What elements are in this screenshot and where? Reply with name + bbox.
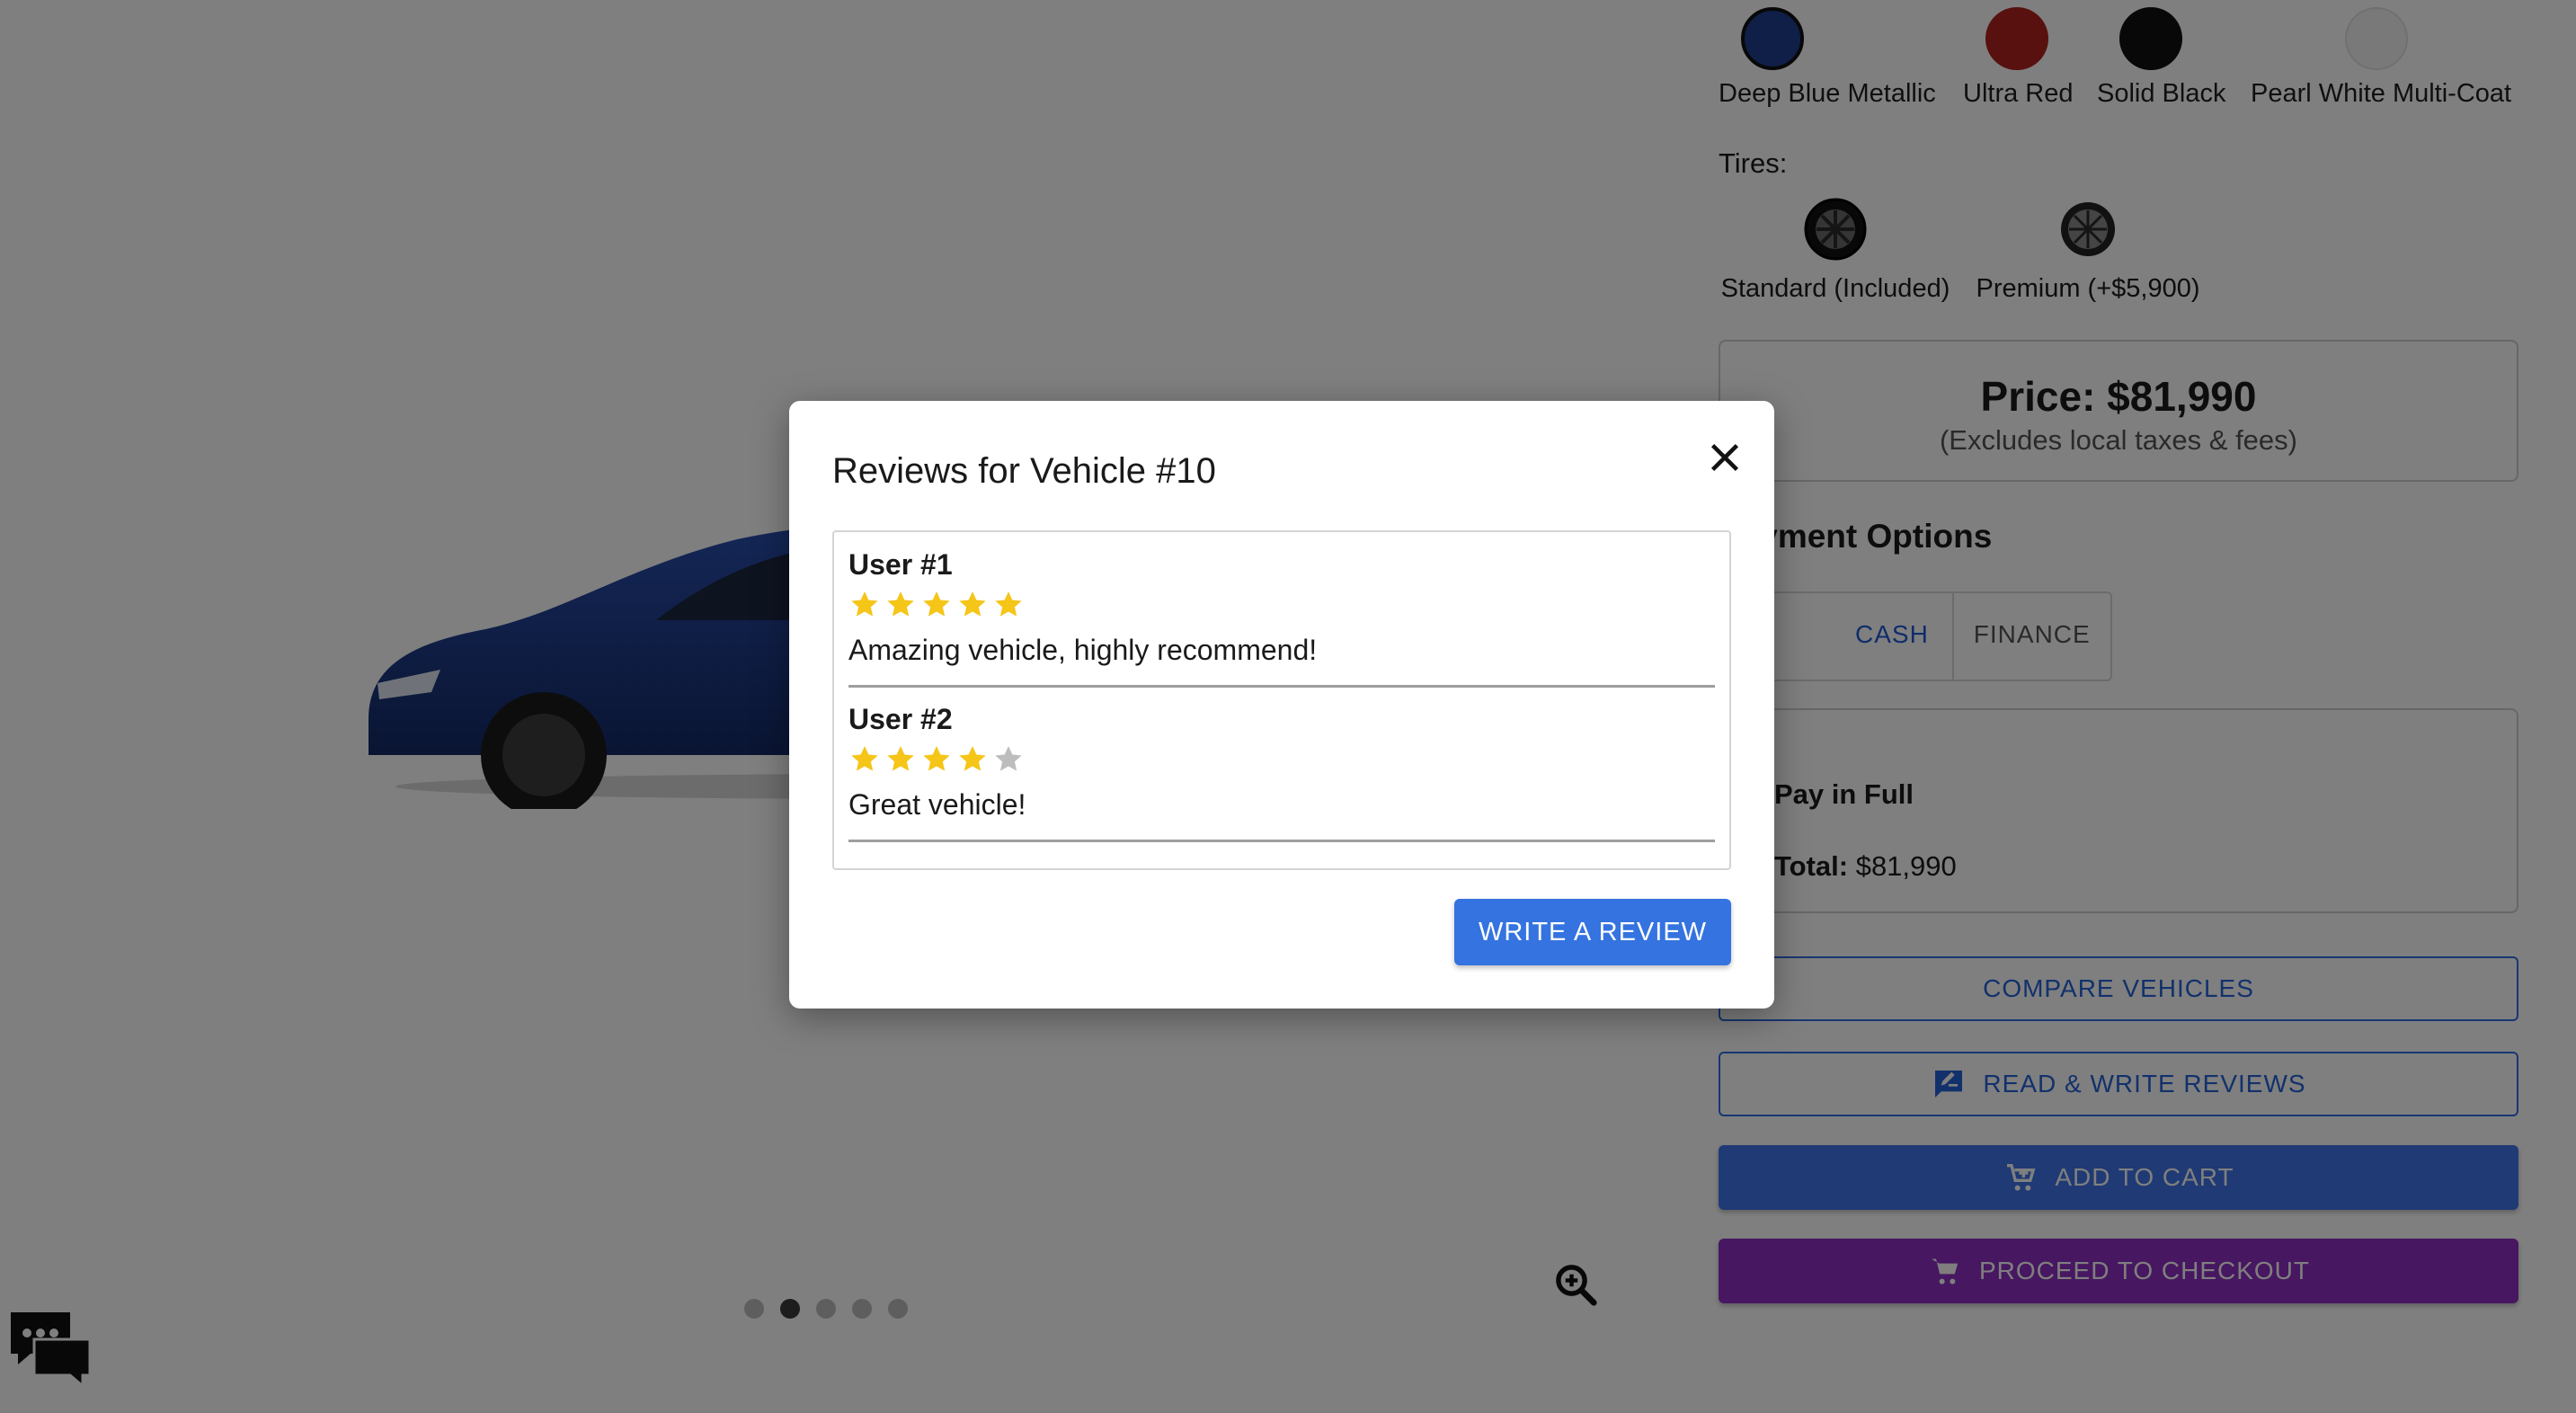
star-filled-icon (923, 591, 950, 617)
star-filled-icon (851, 746, 878, 771)
review-user: User #1 (848, 548, 953, 581)
dialog-title: Reviews for Vehicle #10 (832, 451, 1216, 491)
write-review-button[interactable]: WRITE A REVIEW (1454, 899, 1731, 965)
star-filled-icon (959, 746, 986, 771)
star-filled-icon (851, 591, 878, 617)
close-icon[interactable] (1704, 437, 1745, 478)
review-text: Amazing vehicle, highly recommend! (848, 634, 1318, 666)
review-text: Great vehicle! (848, 788, 1026, 821)
star-empty-icon (995, 746, 1022, 771)
star-rating (848, 743, 1715, 778)
star-filled-icon (995, 591, 1022, 617)
review-user: User #2 (848, 703, 953, 735)
review-item: User #2 Great vehicle! (848, 703, 1715, 842)
review-list[interactable]: User #1 Amazing vehicle, highly recommen… (832, 530, 1731, 870)
star-filled-icon (887, 591, 914, 617)
star-rating (848, 589, 1715, 623)
star-filled-icon (887, 746, 914, 771)
star-filled-icon (923, 746, 950, 771)
reviews-dialog: Reviews for Vehicle #10 User #1 Amazing … (789, 401, 1774, 1009)
review-item: User #1 Amazing vehicle, highly recommen… (848, 548, 1715, 688)
star-filled-icon (959, 591, 986, 617)
